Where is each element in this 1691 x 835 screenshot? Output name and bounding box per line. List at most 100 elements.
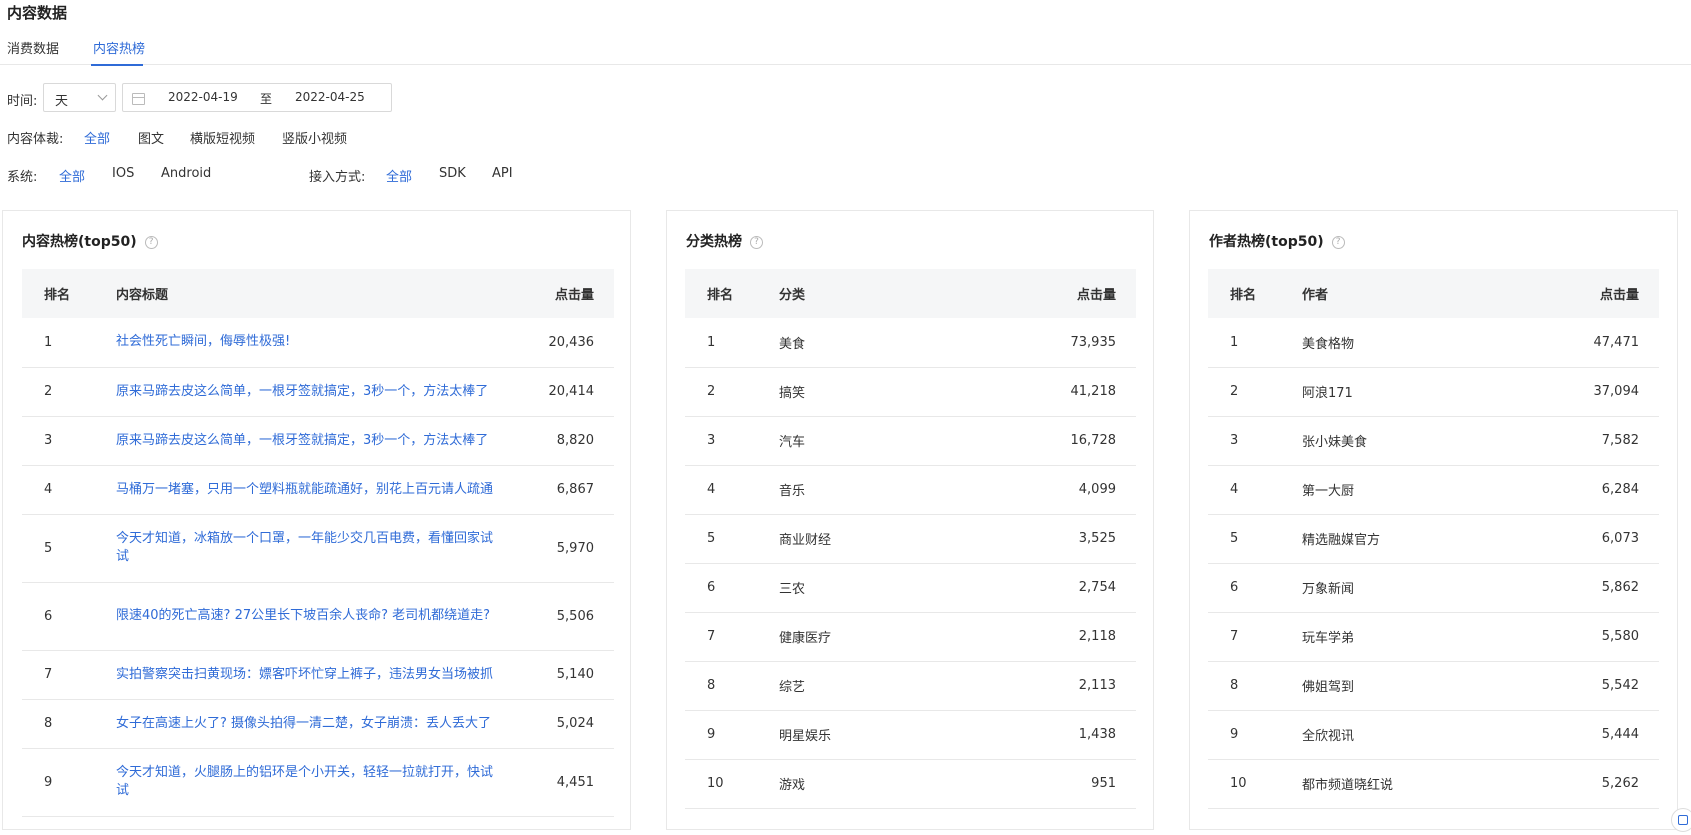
author-cell: 美食格物 [1302, 318, 1549, 368]
category-cell: 汽车 [779, 416, 1026, 466]
content-title-link[interactable]: 原来马蹄去皮这么简单，一根牙签就搞定，3秒一个，方法太棒了 [116, 416, 519, 466]
content-title-link[interactable]: 限速40的死亡高速? 27公里长下坡百余人丧命? 老司机都绕道走? [116, 582, 519, 651]
table-row: 2 搞笑 41,218 [685, 367, 1136, 417]
clicks-cell: 20,436 [519, 318, 614, 368]
panel-title-text: 作者热榜(top50) [1209, 234, 1324, 250]
column-header-rank: 排名 [44, 288, 71, 303]
table-row: 5 商业财经 3,525 [685, 514, 1136, 564]
genre-option-horizontal-video[interactable]: 横版短视频 [190, 128, 255, 147]
category-cell: 明星娱乐 [779, 710, 1026, 760]
table-row: 10 游戏 951 [685, 759, 1136, 809]
time-unit-value: 天 [55, 94, 69, 109]
content-title-link[interactable]: 实拍警察突击扫黄现场：嫖客吓坏忙穿上裤子，违法男女当场被抓 [116, 650, 519, 700]
date-start[interactable]: 2022-04-19 [168, 90, 238, 104]
author-cell: 佛姐驾到 [1302, 661, 1549, 711]
tab-consumption-data[interactable]: 消费数据 [7, 38, 59, 57]
clicks-cell: 5,580 [1549, 612, 1659, 662]
tab-content-hot-list[interactable]: 内容热榜 [93, 38, 145, 57]
table-row: 1 社会性死亡瞬间，侮辱性极强! 20,436 [22, 318, 614, 368]
help-icon[interactable]: ? [144, 235, 158, 249]
clicks-cell: 951 [1026, 759, 1136, 809]
clicks-cell: 2,113 [1026, 661, 1136, 711]
author-cell: 第一大厨 [1302, 465, 1549, 515]
system-option-ios[interactable]: IOS [112, 166, 134, 181]
date-separator: 至 [260, 92, 273, 106]
category-cell: 音乐 [779, 465, 1026, 515]
author-cell: 张小妹美食 [1302, 416, 1549, 466]
genre-option-all[interactable]: 全部 [84, 128, 110, 147]
help-icon[interactable]: ? [1331, 235, 1345, 249]
table-row: 9 明星娱乐 1,438 [685, 710, 1136, 760]
table-row: 3 原来马蹄去皮这么简单，一根牙签就搞定，3秒一个，方法太棒了 8,820 [22, 416, 614, 466]
feedback-float-button[interactable] [1671, 808, 1691, 832]
access-option-sdk[interactable]: SDK [439, 166, 466, 181]
system-filter-label: 系统: [7, 170, 38, 185]
table-row: 8 佛姐驾到 5,542 [1208, 661, 1659, 711]
page-title: 内容数据 [7, 4, 68, 22]
content-title-link[interactable]: 今天才知道，火腿肠上的铝环是个小开关，轻轻一拉就打开，快试试 [116, 748, 519, 817]
column-header-category: 分类 [779, 288, 806, 303]
panel-title-text: 内容热榜(top50) [22, 234, 137, 250]
clicks-cell: 4,099 [1026, 465, 1136, 515]
system-option-android[interactable]: Android [161, 166, 211, 181]
content-title-link[interactable]: 马桶万一堵塞，只用一个塑料瓶就能疏通好，别花上百元请人疏通 [116, 465, 519, 515]
feedback-icon [1678, 815, 1688, 825]
date-range-picker[interactable]: 2022-04-19 至 2022-04-25 [122, 83, 392, 112]
table-row: 1 美食格物 47,471 [1208, 318, 1659, 368]
rank-cell: 5 [685, 514, 779, 564]
rank-cell: 1 [685, 318, 779, 368]
column-header-rank: 排名 [1230, 288, 1257, 303]
rank-cell: 6 [1208, 563, 1302, 613]
access-option-all[interactable]: 全部 [386, 166, 412, 185]
table-row: 7 玩车学弟 5,580 [1208, 612, 1659, 662]
table-row: 8 综艺 2,113 [685, 661, 1136, 711]
rank-cell: 2 [22, 367, 116, 417]
category-hot-list-panel: 分类热榜? 排名 分类 点击量 1 美食 73,935 2 搞笑 41,218 3 汽车 1… [666, 210, 1154, 830]
category-cell: 游戏 [779, 759, 1026, 809]
category-cell: 三农 [779, 563, 1026, 613]
rank-cell: 9 [1208, 710, 1302, 760]
clicks-cell: 16,728 [1026, 416, 1136, 466]
rank-cell: 4 [22, 465, 116, 515]
clicks-cell: 5,140 [519, 650, 614, 700]
column-header-clicks: 点击量 [1076, 288, 1116, 303]
rank-cell: 2 [685, 367, 779, 417]
table-header-row: 排名 内容标题 点击量 [22, 269, 614, 318]
table-row: 5 精选融媒官方 6,073 [1208, 514, 1659, 564]
time-filter-label: 时间: [7, 94, 38, 109]
clicks-cell: 41,218 [1026, 367, 1136, 417]
system-option-all[interactable]: 全部 [59, 166, 85, 185]
rank-cell: 2 [1208, 367, 1302, 417]
table-row: 6 三农 2,754 [685, 563, 1136, 613]
genre-option-vertical-video[interactable]: 竖版小视频 [282, 128, 347, 147]
content-title-link[interactable]: 女子在高速上火了? 摄像头拍得一清二楚，女子崩溃：丢人丢大了 [116, 699, 519, 749]
active-tab-indicator [91, 64, 143, 66]
content-title-link[interactable]: 社会性死亡瞬间，侮辱性极强! [116, 318, 519, 368]
clicks-cell: 8,820 [519, 416, 614, 466]
panel-title: 内容热榜(top50)? [22, 231, 158, 251]
rank-cell: 10 [685, 759, 779, 809]
content-title-link[interactable]: 今天才知道，冰箱放一个口罩，一年能少交几百电费，看懂回家试试 [116, 514, 519, 583]
time-unit-select[interactable]: 天 [43, 83, 116, 112]
clicks-cell: 6,284 [1549, 465, 1659, 515]
content-hot-list-panel: 内容热榜(top50)? 排名 内容标题 点击量 1 社会性死亡瞬间，侮辱性极强!… [2, 210, 631, 830]
content-title-link[interactable]: 原来马蹄去皮这么简单，一根牙签就搞定，3秒一个，方法太棒了 [116, 367, 519, 417]
rank-cell: 9 [22, 748, 116, 817]
date-end[interactable]: 2022-04-25 [295, 90, 365, 104]
table-row: 3 张小妹美食 7,582 [1208, 416, 1659, 466]
column-header-title: 内容标题 [116, 288, 169, 303]
table-row: 2 阿浪171 37,094 [1208, 367, 1659, 417]
rank-cell: 1 [1208, 318, 1302, 368]
clicks-cell: 5,444 [1549, 710, 1659, 760]
content-hot-list-table: 排名 内容标题 点击量 1 社会性死亡瞬间，侮辱性极强! 20,436 2 原来马蹄去… [22, 269, 614, 817]
access-option-api[interactable]: API [492, 166, 513, 181]
table-row: 7 实拍警察突击扫黄现场：嫖客吓坏忙穿上裤子，违法男女当场被抓 5,140 [22, 650, 614, 700]
genre-filter-label: 内容体裁: [7, 132, 64, 147]
help-icon[interactable]: ? [750, 235, 763, 249]
genre-option-article[interactable]: 图文 [138, 128, 164, 147]
clicks-cell: 7,582 [1549, 416, 1659, 466]
table-row: 9 全欣视讯 5,444 [1208, 710, 1659, 760]
column-header-author: 作者 [1302, 288, 1329, 303]
table-row: 6 万象新闻 5,862 [1208, 563, 1659, 613]
table-row: 4 第一大厨 6,284 [1208, 465, 1659, 515]
